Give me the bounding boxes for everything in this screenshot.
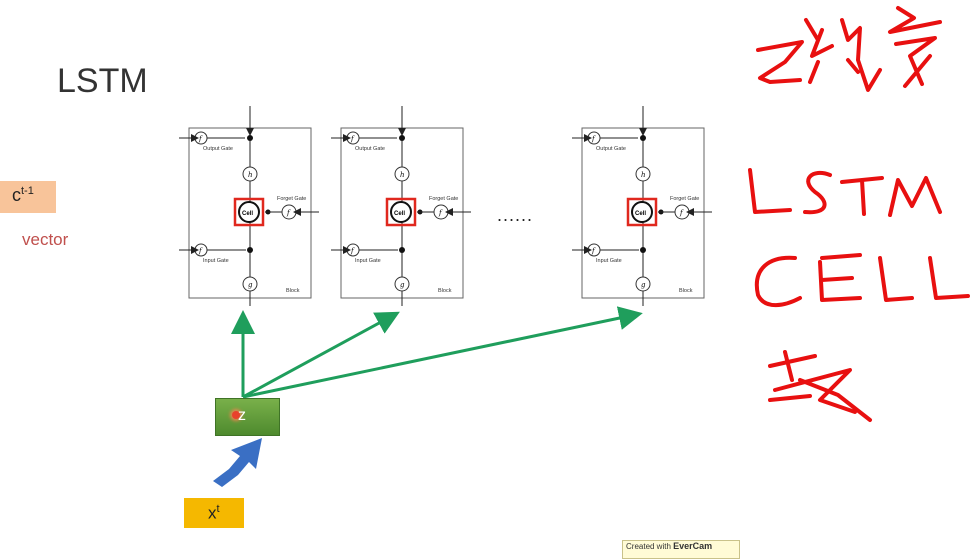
z-node: z [215,398,280,436]
evercam-watermark: Created with EverCam [622,540,740,559]
handwriting-annotation [748,6,970,422]
lstm-block-2 [331,106,471,306]
xt-label: xt [208,503,220,523]
green-arrow-3 [242,306,643,399]
lstm-block-3 [572,106,712,306]
z-label: z [238,407,246,424]
diagram-canvas: f Output Gate h Cell f Forget Gate f Inp… [0,6,970,487]
lstm-block-1 [179,106,319,306]
blue-input-arrow [213,438,262,487]
ellipsis: ...... [497,205,534,225]
green-arrow-2 [242,311,400,399]
xt-input-box: xt [184,498,244,528]
